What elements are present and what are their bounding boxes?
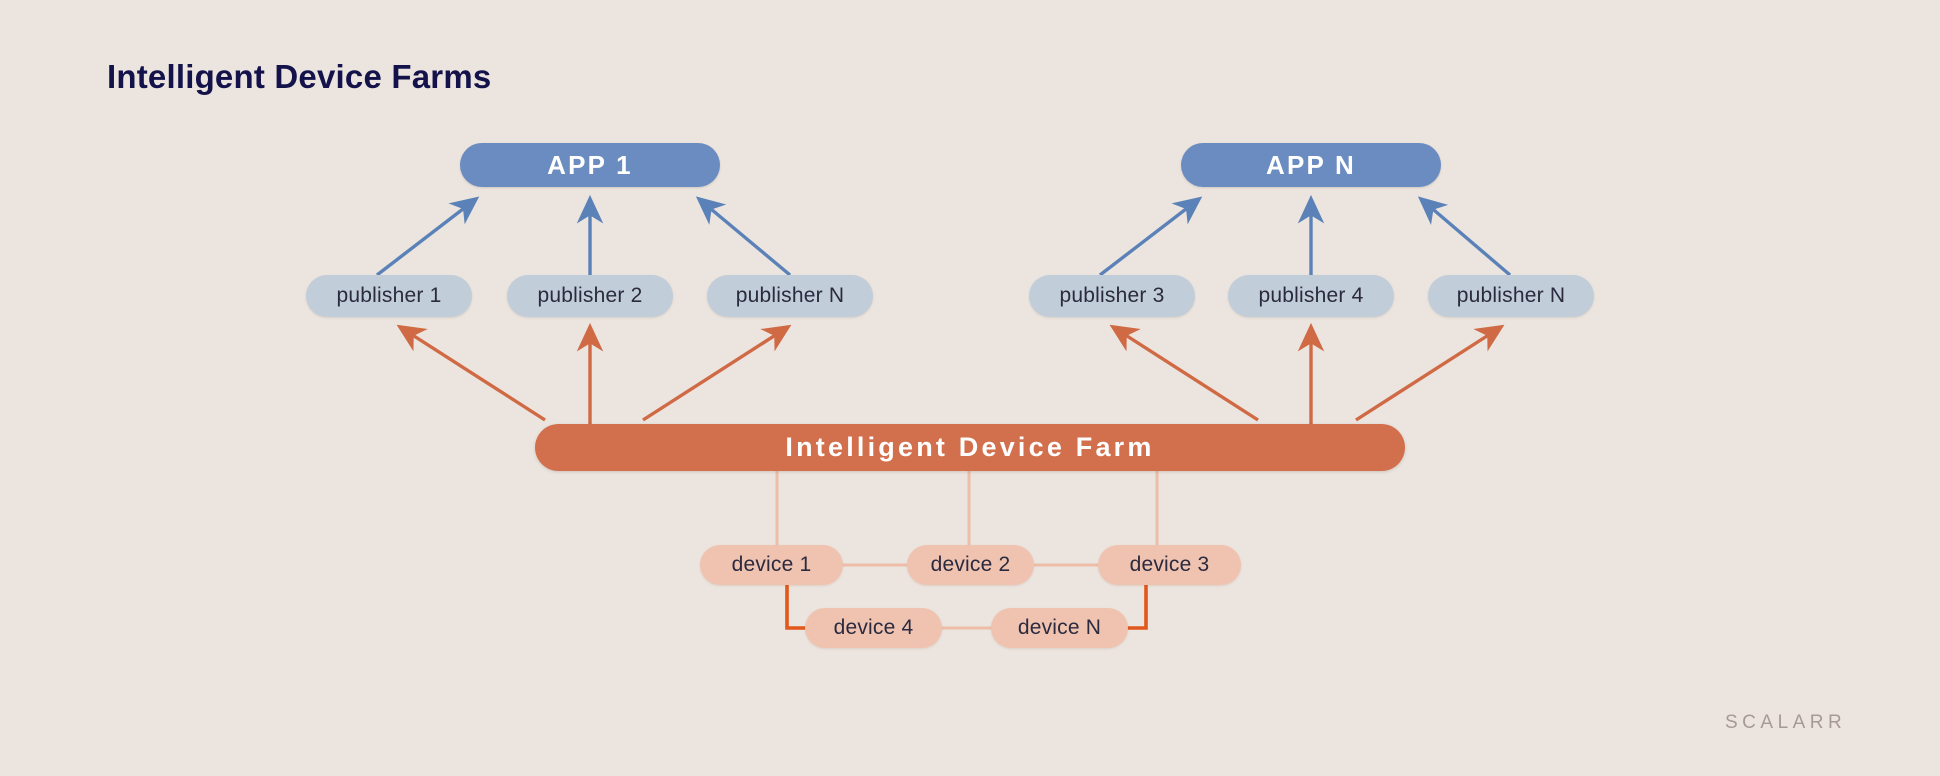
device-label: device 4 bbox=[833, 616, 914, 639]
publisher-node-publisher-3[interactable]: publisher 3 bbox=[1029, 275, 1195, 317]
publisher-node-publisher-n-right[interactable]: publisher N bbox=[1428, 275, 1594, 317]
device-label: device 1 bbox=[731, 553, 812, 576]
edge-publisherN-to-appn bbox=[1417, 196, 1512, 277]
app-node-app-n[interactable]: APP N bbox=[1181, 143, 1441, 187]
edge-publisherN-to-app1 bbox=[695, 196, 792, 277]
edge-publisher1-to-app1 bbox=[375, 196, 480, 277]
device-label: device 3 bbox=[1129, 553, 1210, 576]
edge-farm-to-publisherN-right bbox=[1355, 324, 1505, 422]
edge-layer bbox=[375, 194, 1512, 630]
app-label: APP N bbox=[1266, 149, 1356, 180]
publisher-node-publisher-4[interactable]: publisher 4 bbox=[1228, 275, 1394, 317]
publisher-node-publisher-n-left[interactable]: publisher N bbox=[707, 275, 873, 317]
publisher-node-publisher-2[interactable]: publisher 2 bbox=[507, 275, 673, 317]
device-node-device-4[interactable]: device 4 bbox=[805, 608, 942, 648]
publisher-label: publisher 2 bbox=[537, 284, 643, 307]
edge-farm-to-publisher3 bbox=[1109, 324, 1259, 422]
publisher-label: publisher 1 bbox=[336, 284, 442, 307]
device-node-device-1[interactable]: device 1 bbox=[700, 545, 843, 585]
device-label: device N bbox=[1017, 616, 1102, 639]
publisher-label: publisher 4 bbox=[1258, 284, 1364, 307]
edge-publisher3-to-appn bbox=[1098, 196, 1203, 277]
intelligent-device-farm-bar[interactable]: Intelligent Device Farm bbox=[535, 424, 1405, 471]
device-node-device-n[interactable]: device N bbox=[991, 608, 1128, 648]
device-node-device-3[interactable]: device 3 bbox=[1098, 545, 1241, 585]
farm-label: Intelligent Device Farm bbox=[785, 432, 1155, 462]
publisher-label: publisher N bbox=[735, 284, 845, 307]
page-title: Intelligent Device Farms bbox=[107, 58, 492, 95]
edge-farm-to-publisherN-left bbox=[642, 324, 792, 422]
app-node-app-1[interactable]: APP 1 bbox=[460, 143, 720, 187]
publisher-label: publisher N bbox=[1456, 284, 1566, 307]
diagram-canvas: Intelligent Device Farms APP 1 APP N pub… bbox=[0, 0, 1940, 776]
edge-farm-to-publisher1 bbox=[396, 324, 546, 422]
publisher-label: publisher 3 bbox=[1059, 284, 1165, 307]
app-label: APP 1 bbox=[547, 149, 633, 180]
device-label: device 2 bbox=[930, 553, 1011, 576]
publisher-node-publisher-1[interactable]: publisher 1 bbox=[306, 275, 472, 317]
scalarr-watermark: SCALARR bbox=[1725, 712, 1847, 733]
device-node-device-2[interactable]: device 2 bbox=[907, 545, 1034, 585]
